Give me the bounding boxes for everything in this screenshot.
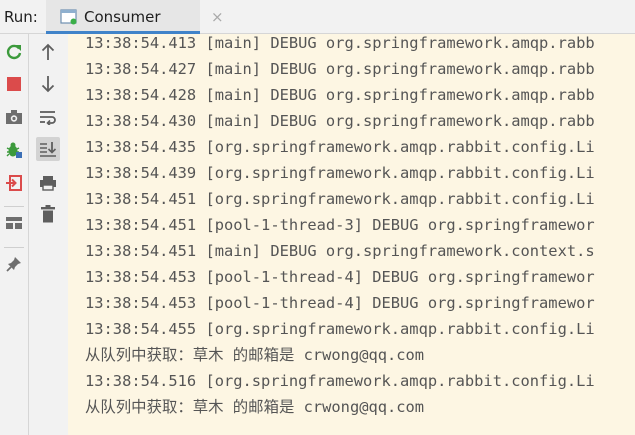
arrow-down-icon[interactable] [36, 72, 60, 96]
camera-icon[interactable] [2, 105, 26, 129]
soft-wrap-icon[interactable] [36, 105, 60, 129]
tab-title: Consumer [84, 8, 161, 26]
log-line: 13:38:54.428 [main] DEBUG org.springfram… [85, 86, 595, 104]
log-line: 13:38:54.430 [main] DEBUG org.springfram… [85, 112, 595, 130]
exit-icon[interactable] [2, 171, 26, 195]
log-line: 13:38:54.451 [main] DEBUG org.springfram… [85, 242, 595, 260]
log-line: 13:38:54.413 [main] DEBUG org.springfram… [85, 34, 595, 52]
console-toolbar [29, 34, 68, 435]
tab-consumer[interactable]: Consumer × [46, 0, 224, 34]
arrow-up-icon[interactable] [36, 40, 60, 64]
output-line: 从队列中获取：草木 的邮箱是 crwong@qq.com [85, 398, 425, 416]
log-line: 13:38:54.455 [org.springframework.amqp.r… [85, 320, 595, 338]
log-line: 13:38:54.435 [org.springframework.amqp.r… [85, 138, 595, 156]
toolbar-separator [4, 206, 24, 207]
log-line: 13:38:54.439 [org.springframework.amqp.r… [85, 164, 595, 182]
print-icon[interactable] [36, 171, 60, 195]
trash-icon[interactable] [36, 202, 60, 226]
log-line: 13:38:54.453 [pool-1-thread-4] DEBUG org… [85, 294, 595, 312]
close-icon[interactable]: × [211, 8, 224, 26]
run-label: Run: [4, 8, 38, 26]
run-toolbar [0, 34, 29, 435]
log-line: 13:38:54.451 [pool-1-thread-3] DEBUG org… [85, 216, 595, 234]
stop-icon[interactable] [2, 72, 26, 96]
log-line: 13:38:54.427 [main] DEBUG org.springfram… [85, 60, 595, 78]
console-window-icon [60, 9, 78, 25]
run-tool-window-header: Run: Consumer × [0, 0, 635, 34]
pin-icon[interactable] [2, 252, 26, 276]
toolbar-separator [4, 247, 24, 248]
log-line: 13:38:54.451 [org.springframework.amqp.r… [85, 190, 595, 208]
console-output[interactable]: 13:38:54.413 [main] DEBUG org.springfram… [68, 34, 635, 435]
debug-bug-icon[interactable] [2, 138, 26, 162]
output-line: 从队列中获取：草木 的邮箱是 crwong@qq.com [85, 346, 425, 364]
log-line: 13:38:54.453 [pool-1-thread-4] DEBUG org… [85, 268, 595, 286]
log-line: 13:38:54.516 [org.springframework.amqp.r… [85, 372, 595, 390]
rerun-icon[interactable] [2, 40, 26, 64]
scroll-to-end-icon[interactable] [36, 137, 60, 161]
layout-icon[interactable] [2, 211, 26, 235]
